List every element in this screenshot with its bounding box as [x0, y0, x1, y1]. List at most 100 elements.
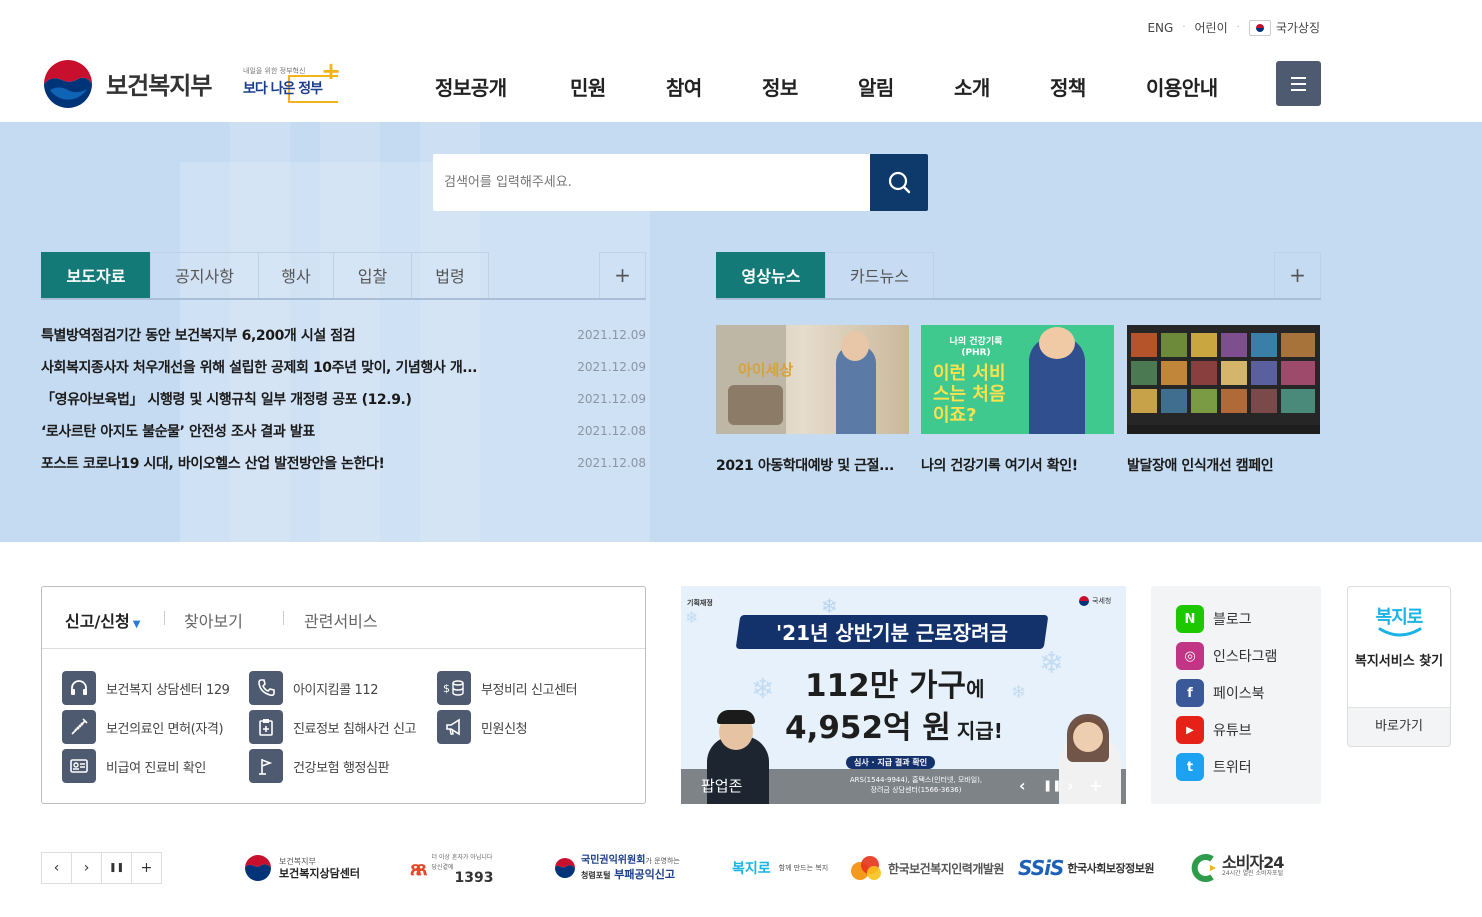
search-input[interactable]	[433, 154, 871, 211]
banner-line-2: 4,952억 원 지급!	[785, 702, 1003, 747]
sns-link-twitter[interactable]: t 트위터	[1176, 753, 1252, 781]
footer-banner-mohw[interactable]: 보건복지부 보건복지상담센터	[243, 848, 360, 888]
tab-browse[interactable]: 찾아보기	[184, 608, 243, 632]
footer-banner-controls: ‹ › ❚❚ +	[41, 852, 162, 884]
national-symbol-link[interactable]: 국가상징	[1276, 19, 1320, 36]
service-label: 보건복지 상담센터 129	[106, 682, 230, 698]
gnb-item-about[interactable]: 소개	[954, 72, 1050, 101]
news-title[interactable]: 특별방역점검기간 동안 보건복지부 6,200개 시설 점검	[41, 325, 355, 345]
service-link[interactable]: 아이지킴콜 112	[249, 671, 379, 705]
gnb-item-info-disclosure[interactable]: 정보공개	[435, 72, 570, 101]
thumb-overlay-text: 이런 서비스는 처음이죠?	[933, 363, 1006, 426]
footer-banner-ssis[interactable]: SSiS 한국사회보장정보원	[1018, 848, 1154, 888]
tab-card-news[interactable]: 카드뉴스	[825, 252, 934, 299]
footer-banner-acrc[interactable]: 국민권익위원회가 운영하는 청렴포털 부패공익신고	[554, 848, 680, 888]
footer-banner-khdi[interactable]: 한국보건복지인력개발원	[850, 848, 1004, 888]
service-link[interactable]: 민원신청	[437, 710, 528, 744]
list-item[interactable]: ‘로사르탄 아지도 불순물’ 안전성 조사 결과 발표 2021.12.08	[41, 415, 646, 447]
naver-blog-icon: N	[1176, 605, 1204, 633]
video-thumbnail[interactable]	[1127, 325, 1320, 434]
all-menu-button[interactable]	[1276, 61, 1321, 106]
footer-banner-consumer24[interactable]: 소비자24 24시간 열린 소비자포털	[1190, 848, 1284, 888]
news-more-button[interactable]: +	[599, 252, 646, 299]
site-logo-text[interactable]: 보건복지부	[106, 66, 212, 101]
search-icon	[888, 171, 911, 194]
sns-label: 블로그	[1213, 612, 1252, 628]
sns-link-instagram[interactable]: ◎ 인스타그램	[1176, 642, 1277, 670]
go-button[interactable]: 바로가기	[1348, 707, 1450, 746]
consumer24-logo-icon	[1191, 854, 1216, 882]
service-link[interactable]: 진료정보 침해사건 신고	[249, 710, 416, 744]
caret-down-icon: ▼	[132, 619, 141, 630]
tab-report-apply[interactable]: 신고/신청 ▼	[65, 608, 140, 632]
service-link[interactable]: 보건복지 상담센터 129	[62, 671, 230, 705]
news-title[interactable]: 「영유아보육법」 시행령 및 시행규칙 일부 개정령 공포 (12.9.)	[41, 389, 411, 409]
hamburger-line	[1291, 89, 1306, 91]
banner-contact: ARS(1544-9944), 홈택스(인터넷, 모바일), 장려금 상담센터(…	[826, 775, 1006, 795]
face-shape	[841, 331, 869, 361]
prev-arrow-icon[interactable]: ‹	[41, 852, 72, 884]
hero-section: 보도자료 공지사항 행사 입찰 법령 + 특별방역점검기간 동안 보건복지부 6…	[0, 122, 1482, 542]
gnb-item-civil-complaint[interactable]: 민원	[570, 72, 666, 101]
media-more-button[interactable]: +	[1274, 252, 1321, 299]
media-caption[interactable]: 발달장애 인식개선 캠페인	[1127, 455, 1274, 475]
service-link[interactable]: 비급여 진료비 확인	[62, 749, 206, 783]
kids-link[interactable]: 어린이	[1195, 19, 1228, 36]
government-emblem-icon[interactable]	[41, 57, 95, 111]
gnb-item-information[interactable]: 정보	[762, 72, 858, 101]
search-button[interactable]	[870, 154, 928, 211]
flag-icon	[249, 749, 283, 783]
gnb-item-policy[interactable]: 정책	[1050, 72, 1146, 101]
service-link[interactable]: 건강보험 행정심판	[249, 749, 390, 783]
face-shape	[1073, 722, 1103, 752]
tab-video-news[interactable]: 영상뉴스	[716, 252, 826, 299]
snowflake-icon: ❄	[1039, 646, 1065, 681]
news-title[interactable]: 사회복지종사자 처우개선을 위해 설립한 공제회 10주년 맞이, 기념행사 개…	[41, 357, 477, 377]
gnb-item-notice[interactable]: 알림	[858, 72, 954, 101]
ssis-logo: SSiS	[1018, 856, 1064, 880]
site-header: ENG · 어린이 · 국가상징 보건복지부 내일을 위한 정부혁신 + 보다 …	[0, 0, 1482, 122]
tab-related-services[interactable]: 관련서비스	[304, 608, 378, 632]
pause-icon[interactable]: ❚❚	[1043, 779, 1061, 792]
footer-banner-text: 국민권익위원회가 운영하는 청렴포털 부패공익신고	[581, 854, 680, 882]
mosaic-thumbnail-image	[1127, 325, 1320, 425]
video-thumbnail[interactable]: 아이세상	[716, 325, 909, 434]
next-arrow-icon[interactable]: ›	[1067, 776, 1074, 795]
gnb-item-participation[interactable]: 참여	[666, 72, 762, 101]
list-item[interactable]: 특별방역점검기간 동안 보건복지부 6,200개 시설 점검 2021.12.0…	[41, 319, 646, 351]
service-link[interactable]: $ 부정비리 신고센터	[437, 671, 578, 705]
sns-link-facebook[interactable]: f 페이스북	[1176, 679, 1265, 707]
plus-icon[interactable]: +	[1089, 776, 1102, 795]
footer-banner-bokjiro[interactable]: 복지로 함께 만드는 복지	[732, 848, 828, 888]
news-title[interactable]: 포스트 코로나19 시대, 바이오헬스 산업 발전방안을 논한다!	[41, 453, 384, 473]
sns-link-blog[interactable]: N 블로그	[1176, 605, 1252, 633]
plus-icon: +	[321, 57, 342, 85]
plus-icon[interactable]: +	[131, 852, 162, 884]
popup-zone-banner[interactable]: 기획재정 국세청 ❄ ❄ ❄ ❄ ❄ '21년 상반기분 근로장려금 112만 …	[681, 586, 1126, 804]
card-thumbnail[interactable]: 나의 건강기록 (PHR) 이런 서비스는 처음이죠?	[921, 325, 1114, 434]
news-title[interactable]: ‘로사르탄 아지도 불순물’ 안전성 조사 결과 발표	[41, 421, 315, 441]
welfare-service-finder[interactable]: 복지로 복지서비스 찾기 바로가기	[1347, 586, 1451, 747]
prev-arrow-icon[interactable]: ‹	[1019, 776, 1026, 795]
tab-bids[interactable]: 입찰	[333, 252, 412, 299]
tab-notices[interactable]: 공지사항	[150, 252, 259, 299]
services-panel: 신고/신청 ▼ 찾아보기 관련서비스 보건복지 상담센터 129 아이지킴콜 11…	[41, 586, 646, 804]
media-caption[interactable]: 2021 아동학대예방 및 근절...	[716, 455, 894, 475]
service-link[interactable]: 보건의료인 면허(자격)	[62, 710, 224, 744]
list-item[interactable]: 포스트 코로나19 시대, 바이오헬스 산업 발전방안을 논한다! 2021.1…	[41, 447, 646, 479]
tab-laws[interactable]: 법령	[411, 252, 489, 299]
list-item[interactable]: 사회복지종사자 처우개선을 위해 설립한 공제회 10주년 맞이, 기념행사 개…	[41, 351, 646, 383]
tab-events[interactable]: 행사	[258, 252, 334, 299]
pause-icon[interactable]: ❚❚	[101, 852, 132, 884]
tab-press-release[interactable]: 보도자료	[41, 252, 151, 299]
banner-big-text: 4,952억 원	[785, 710, 951, 746]
banner-pill: 심사 · 지급 결과 확인	[846, 756, 936, 769]
eng-link[interactable]: ENG	[1147, 21, 1173, 35]
next-arrow-icon[interactable]: ›	[71, 852, 102, 884]
footer-banner-1393[interactable]: ጸጸ 더 이상 혼자가 아닙니다 당신곁에 1393	[410, 848, 493, 888]
list-item[interactable]: 「영유아보육법」 시행령 및 시행규칙 일부 개정령 공포 (12.9.) 20…	[41, 383, 646, 415]
gnb-item-guide[interactable]: 이용안내	[1146, 72, 1236, 101]
sns-link-youtube[interactable]: ▶ 유튜브	[1176, 716, 1252, 744]
media-caption[interactable]: 나의 건강기록 여기서 확인!	[921, 455, 1078, 475]
footer-banner-main: 국민권익위원회	[581, 855, 646, 866]
